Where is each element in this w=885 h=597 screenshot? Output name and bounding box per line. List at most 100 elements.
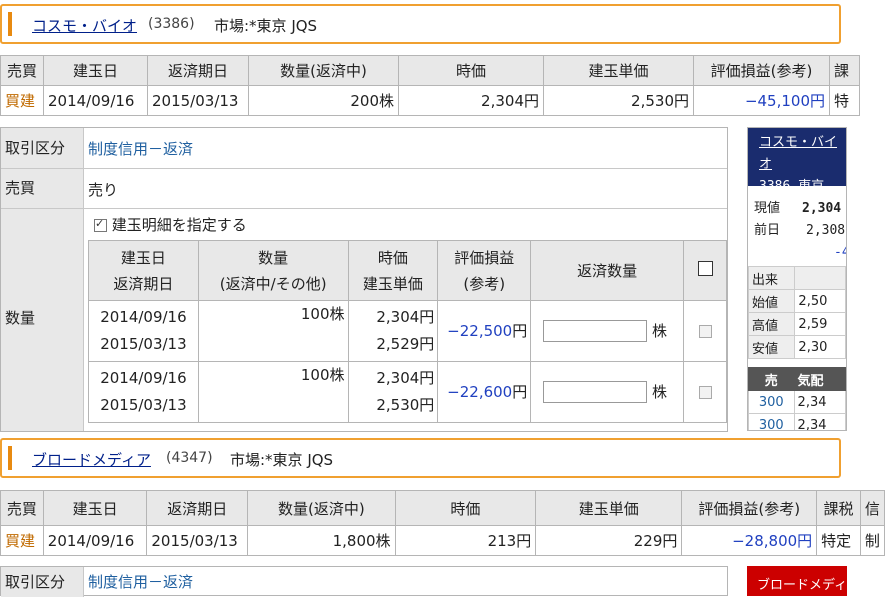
quote-board-header: 売 気配 — [748, 367, 846, 391]
col-pl: 評価損益(参考) — [681, 490, 818, 526]
repay-order-form-2: 取引区分 制度信用－返済 — [0, 566, 728, 597]
position-row: 買建 2014/09/16 2015/03/13 200株 2,304円 2,5… — [0, 85, 860, 116]
col-pl: 評価損益(参考) — [693, 55, 830, 86]
detail-cell-price: 2,304円 2,529円 — [347, 300, 439, 362]
quote-panel-2-header[interactable]: ブロードメディア — [747, 566, 847, 596]
col-quantity: 数量(返済中) — [247, 490, 396, 526]
col-quantity: 数量(返済中) — [248, 55, 399, 86]
detail-price: 2,304円 — [376, 369, 435, 387]
quote-code-market[interactable]: 3386 東京 — [759, 176, 846, 198]
board-sell-qty[interactable]: 300 — [748, 413, 795, 430]
row-select-checkbox[interactable] — [698, 324, 712, 338]
detail-col-qty-sub: (返済中/その他) — [219, 274, 327, 293]
form-row-side: 売買 売り — [1, 169, 727, 209]
col-tax: 課税 — [816, 490, 861, 526]
quote-low-row: 安値 2,30 — [748, 335, 846, 359]
col-open-date: 建玉日 — [43, 55, 148, 86]
repay-order-form: 取引区分 制度信用－返済 売買 売り 数量 建玉明細を指定する 建玉日 返済期日… — [0, 127, 728, 432]
board-price: 2,34 — [793, 413, 846, 430]
trade-type-value: 制度信用－返済 — [88, 140, 194, 158]
detail-checkbox[interactable] — [94, 217, 107, 232]
quote-open-value: 2,50 — [794, 289, 846, 313]
quote-stats-table: 出来 始値 2,50 高値 2,59 安値 2,30 — [748, 266, 846, 359]
detail-col-open-date: 建玉日 — [120, 248, 166, 267]
stock-name-link[interactable]: ブロードメディア — [32, 449, 151, 470]
col-tax: 課 — [829, 55, 860, 86]
position-table-1: 売買 建玉日 返済期日 数量(返済中) 時価 建玉単価 評価損益(参考) 課 買… — [0, 55, 860, 116]
col-open-date: 建玉日 — [42, 490, 148, 526]
cell-quantity: 200株 — [248, 85, 399, 116]
quote-prev-label: 前日 — [754, 223, 781, 238]
position-header-row: 売買 建玉日 返済期日 数量(返済中) 時価 建玉単価 評価損益(参考) 課税 … — [0, 490, 885, 526]
detail-qty: 100株 — [197, 361, 349, 423]
cell-open-date: 2014/09/16 — [42, 525, 148, 556]
select-all-checkbox[interactable] — [697, 260, 713, 276]
row-select-checkbox[interactable] — [698, 385, 712, 399]
cell-pl: −28,800円 — [681, 525, 818, 556]
repay-unit: 株 — [652, 382, 668, 401]
board-sell-qty[interactable]: 300 — [748, 390, 795, 414]
board-row: 300 2,34 — [748, 390, 846, 414]
stock-code: (4347) — [166, 450, 213, 466]
detail-col-qty: 数量 (返済中/その他) — [197, 240, 349, 301]
detail-cell-dates: 2014/09/16 2015/03/13 — [88, 300, 199, 362]
quote-volume-label: 出来 — [748, 266, 796, 290]
market-label: 市場:*東京 JQS — [214, 17, 318, 35]
detail-cell-repay: 株 — [530, 361, 685, 423]
detail-checkbox-label: 建玉明細を指定する — [111, 216, 247, 234]
detail-cell-repay: 株 — [530, 300, 685, 362]
detail-col-qty-title: 数量 — [258, 248, 289, 267]
trade-type-label: 取引区分 — [1, 567, 84, 597]
detail-pl-unit: 円 — [512, 382, 528, 401]
stock-code: (3386) — [148, 16, 195, 32]
quote-current: 現値 2,304 — [748, 198, 846, 220]
quote-volume-row: 出来 — [748, 266, 846, 290]
detail-qty: 100株 — [197, 300, 349, 362]
detail-col-pl: 評価損益 (参考) — [437, 240, 532, 301]
quote-panel-header: コスモ・バイオ 3386 東京 — [748, 128, 846, 194]
detail-cell-select[interactable] — [683, 361, 727, 423]
stock-name-link[interactable]: コスモ・バイオ — [32, 15, 137, 36]
cell-price: 2,304円 — [398, 85, 544, 116]
quantity-label: 数量 — [1, 209, 84, 431]
board-row: 300 2,34 — [748, 413, 846, 430]
cell-cost: 2,530円 — [543, 85, 694, 116]
detail-col-select-all[interactable] — [683, 240, 727, 301]
cell-tax: 特定 — [816, 525, 861, 556]
cell-price: 213円 — [394, 525, 537, 556]
quote-volume-value — [794, 266, 846, 290]
board-sell-header: 売 — [748, 367, 795, 391]
repay-unit: 株 — [652, 321, 668, 340]
detail-cell-select[interactable] — [683, 300, 727, 362]
detail-pl: −22,600 — [447, 382, 513, 401]
form-row-trade-type: 取引区分 制度信用－返済 — [1, 128, 727, 169]
col-credit: 信 — [859, 490, 885, 526]
quote-low-value: 2,30 — [794, 335, 846, 359]
form-row-quantity: 数量 建玉明細を指定する 建玉日 返済期日 数量 (返済中/その他) 時価 建玉… — [1, 209, 727, 431]
col-due-date: 返済期日 — [147, 55, 249, 86]
detail-option[interactable]: 建玉明細を指定する — [94, 214, 247, 235]
cell-open-date: 2014/09/16 — [43, 85, 148, 116]
board-kehai-header: 気配 — [793, 367, 846, 391]
cell-tax: 特 — [829, 85, 860, 116]
quote-high-value: 2,59 — [794, 312, 846, 336]
detail-due-date: 2015/03/13 — [100, 335, 187, 353]
quote-high-row: 高値 2,59 — [748, 312, 846, 336]
quote-open-label: 始値 — [748, 289, 796, 313]
detail-row-1: 2014/09/16 2015/03/13 100株 2,304円 2,529円… — [88, 300, 727, 362]
cell-cost: 229円 — [535, 525, 683, 556]
detail-due-date: 2015/03/13 — [100, 396, 187, 414]
position-table-2: 売買 建玉日 返済期日 数量(返済中) 時価 建玉単価 評価損益(参考) 課税 … — [0, 490, 885, 556]
quote-current-label: 現値 — [754, 201, 781, 216]
cell-due-date: 2015/03/13 — [146, 525, 249, 556]
detail-cell-dates: 2014/09/16 2015/03/13 — [88, 361, 199, 423]
side-value: 売り — [88, 181, 119, 199]
col-cost: 建玉単価 — [535, 490, 683, 526]
board-price: 2,34 — [793, 390, 846, 414]
repay-quantity-input[interactable] — [543, 320, 648, 342]
detail-row-2: 2014/09/16 2015/03/13 100株 2,304円 2,530円… — [88, 361, 727, 423]
quote-board-table: 売 気配 300 2,34 300 2,34 — [748, 367, 846, 430]
quote-stock-link[interactable]: コスモ・バイオ — [759, 132, 846, 176]
repay-quantity-input[interactable] — [543, 381, 648, 403]
quote-panel: コスモ・バイオ 3386 東京 現値 2,304 前日 2,308 -4 出来 … — [747, 127, 847, 431]
